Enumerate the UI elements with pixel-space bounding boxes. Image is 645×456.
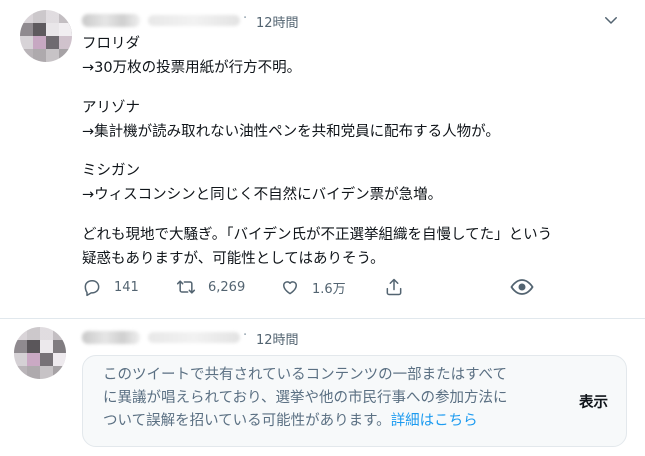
display-name[interactable] (82, 331, 140, 344)
timestamp[interactable]: 12時間 (256, 12, 299, 31)
tweet-text-line: →30万枚の投票用紙が行方不明。 (82, 60, 302, 76)
notice-text: このツイートで共有されているコンテンツの一部またはすべて に異議が唱えられており… (103, 364, 508, 433)
view-icon (510, 279, 534, 295)
misleading-info-notice: このツイートで共有されているコンテンツの一部またはすべて に異議が唱えられており… (82, 355, 627, 447)
user-handle[interactable] (148, 15, 240, 26)
learn-more-link[interactable]: 詳細はこちら (391, 413, 478, 429)
view-button[interactable] (510, 272, 546, 302)
timestamp[interactable]: 12時間 (256, 329, 299, 348)
show-button[interactable]: 表示 (579, 391, 608, 412)
reply-icon (84, 280, 100, 297)
retweet-icon (176, 280, 196, 294)
retweet-count: 6,269 (208, 279, 246, 295)
separator-dot: · (243, 11, 248, 26)
share-button[interactable] (384, 272, 416, 302)
like-count: 1.6万 (312, 281, 346, 297)
reply-button[interactable]: 141 (82, 272, 139, 302)
like-icon (283, 281, 297, 295)
tweet-1[interactable]: · 12時間 フロリダ →30万枚の投票用紙が行方不明。 アリゾナ →集計機が読… (0, 0, 645, 318)
notice-line-text: ついて誤解を招いている可能性があります。 (103, 413, 391, 429)
share-icon (386, 278, 402, 296)
notice-line: このツイートで共有されているコンテンツの一部またはすべて (103, 367, 507, 383)
like-button[interactable]: 1.6万 (280, 272, 346, 302)
reply-count: 141 (114, 279, 139, 295)
tweet-2[interactable]: · 12時間 このツイートで共有されているコンテンツの一部またはすべて に異議が… (0, 318, 645, 456)
tweet-text-line: 疑惑もありますが、可能性としてはありそう。 (82, 251, 385, 267)
tweet-actions: 141 6,269 1.6万 (0, 272, 645, 302)
avatar[interactable] (20, 10, 72, 62)
tweet-text-line: フロリダ (82, 36, 140, 52)
user-handle[interactable] (148, 332, 240, 343)
notice-line: に異議が唱えられており、選挙や他の市民行事への参加方法に (103, 390, 508, 406)
tweet-text-line: ミシガン (82, 163, 140, 179)
avatar[interactable] (14, 327, 66, 379)
retweet-button[interactable]: 6,269 (176, 272, 245, 302)
chevron-down-icon[interactable] (600, 11, 622, 29)
separator-dot: · (243, 328, 248, 343)
tweet-text-line: どれも現地で大騒ぎ。「バイデン氏が不正選挙組織を自慢してた」という (82, 227, 553, 243)
display-name[interactable] (82, 14, 140, 27)
tweet-text-line: アリゾナ (82, 100, 140, 116)
tweet-text-line: →ウィスコンシンと同じく不自然にバイデン票が急増。 (82, 187, 443, 203)
tweet-text-line: →集計機が読み取れない油性ペンを共和党員に配布する人物が。 (82, 124, 500, 140)
notice-line: ついて誤解を招いている可能性があります。詳細はこちら (103, 410, 508, 433)
